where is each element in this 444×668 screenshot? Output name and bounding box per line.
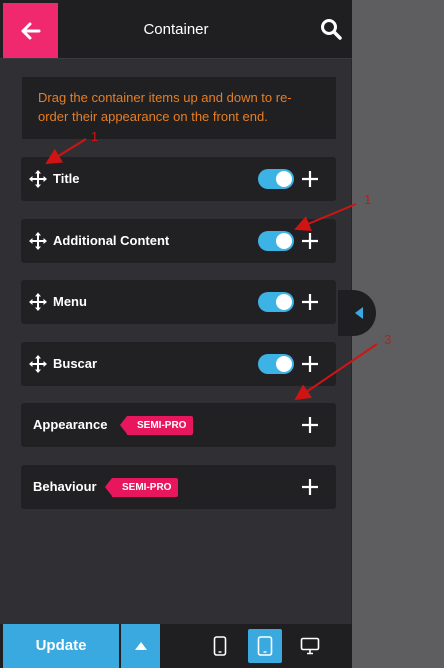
section-label: Behaviour: [33, 479, 97, 494]
annotation-number: 3: [384, 332, 392, 347]
semi-pro-badge: SEMI-PRO: [104, 478, 179, 497]
toggle-knob: [276, 356, 292, 372]
back-button[interactable]: [3, 3, 58, 58]
plus-icon[interactable]: [300, 292, 320, 312]
panel-footer: Update: [0, 624, 352, 668]
toggle-switch[interactable]: [258, 169, 294, 189]
tablet-icon: [257, 636, 273, 656]
toggle-knob: [276, 171, 292, 187]
plus-icon[interactable]: [300, 231, 320, 251]
item-label: Buscar: [53, 356, 98, 371]
more-actions-button[interactable]: [121, 624, 160, 668]
container-item-buscar[interactable]: Buscar: [21, 342, 336, 386]
triangle-left-icon: [355, 307, 363, 319]
toggle-switch[interactable]: [258, 231, 294, 251]
container-item-menu[interactable]: Menu: [21, 280, 336, 324]
annotation-number: 1: [91, 129, 99, 144]
search-button[interactable]: [316, 14, 346, 44]
toggle-switch[interactable]: [258, 292, 294, 312]
panel-header: Container: [0, 0, 352, 59]
preview-tablet-button[interactable]: [248, 629, 282, 663]
update-button[interactable]: Update: [3, 624, 119, 668]
desktop-icon: [300, 637, 320, 655]
search-icon: [321, 19, 342, 40]
plus-icon[interactable]: [300, 354, 320, 374]
move-icon[interactable]: [29, 355, 47, 373]
collapse-panel-button[interactable]: [338, 290, 376, 336]
customizer-panel: Container Drag the container items up an…: [0, 0, 352, 668]
annotation-number: 1: [364, 192, 372, 207]
mobile-icon: [213, 636, 227, 656]
arrow-left-icon: [21, 22, 40, 39]
toggle-switch[interactable]: [258, 354, 294, 374]
preview-desktop-button[interactable]: [293, 629, 327, 663]
container-item-additional-content[interactable]: Additional Content: [21, 219, 336, 263]
move-icon[interactable]: [29, 293, 47, 311]
item-label: Menu: [53, 294, 87, 309]
panel-title: Container: [143, 21, 209, 38]
plus-icon[interactable]: [300, 169, 320, 189]
section-label: Appearance: [33, 417, 108, 432]
move-icon[interactable]: [29, 232, 47, 250]
preview-mobile-button[interactable]: [203, 629, 237, 663]
semi-pro-badge: SEMI-PRO: [119, 416, 194, 435]
item-label: Additional Content: [53, 233, 170, 248]
info-notice: Drag the container items up and down to …: [22, 77, 336, 139]
move-icon[interactable]: [29, 170, 47, 188]
section-appearance[interactable]: Appearance SEMI-PRO: [21, 403, 336, 447]
container-item-title[interactable]: Title: [21, 157, 336, 201]
plus-icon[interactable]: [300, 415, 320, 435]
section-behaviour[interactable]: Behaviour SEMI-PRO: [21, 465, 336, 509]
plus-icon[interactable]: [300, 477, 320, 497]
triangle-up-icon: [134, 642, 147, 650]
toggle-knob: [276, 294, 292, 310]
toggle-knob: [276, 233, 292, 249]
item-label: Title: [53, 171, 80, 186]
